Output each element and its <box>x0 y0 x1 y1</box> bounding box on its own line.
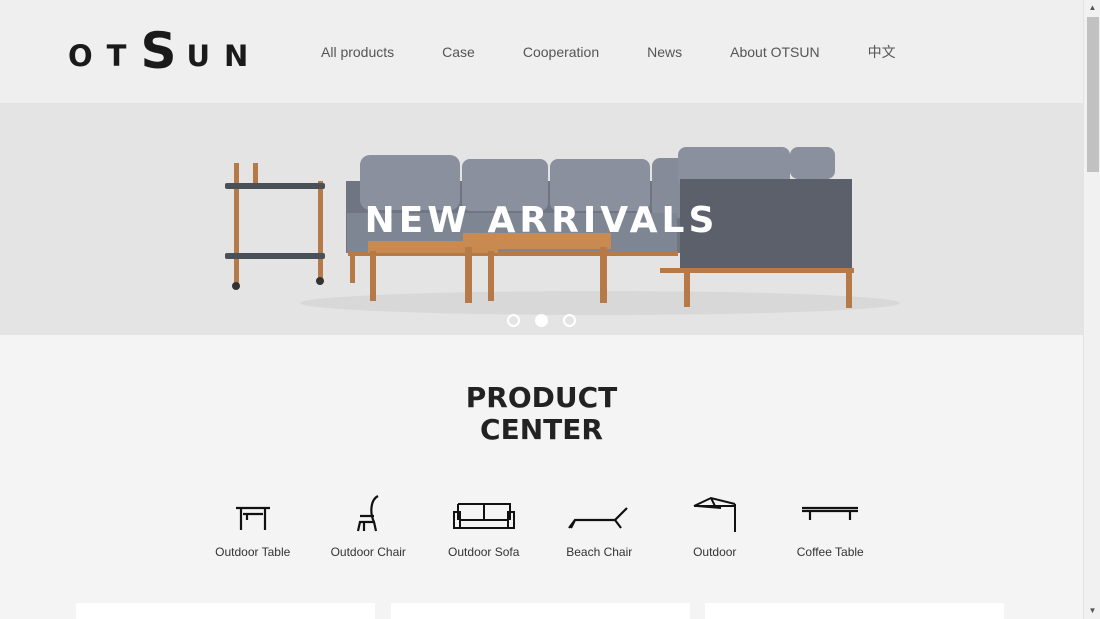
category-label: Coffee Table <box>796 545 864 559</box>
outdoor-chair-icon <box>357 495 379 532</box>
logo-letter: T <box>106 39 141 73</box>
nav-cooperation[interactable]: Cooperation <box>523 43 599 61</box>
category-label: Outdoor Chair <box>330 545 406 559</box>
nav-language-chinese[interactable]: 中文 <box>868 43 896 61</box>
outdoor-sofa-icon <box>452 503 515 529</box>
nav-all-products[interactable]: All products <box>321 43 394 61</box>
category-label: Outdoor Table <box>215 545 291 559</box>
carousel-dot-1[interactable] <box>507 314 520 327</box>
category-label: Outdoor <box>693 545 737 559</box>
title-line-2: CENTER <box>480 413 603 446</box>
category-coffee-table[interactable]: Coffee Table <box>773 494 889 559</box>
nav-news[interactable]: News <box>647 43 682 61</box>
outdoor-table-icon <box>235 506 270 530</box>
nav-case[interactable]: Case <box>442 43 475 61</box>
nav-about[interactable]: About OTSUN <box>730 43 819 61</box>
product-center-title: PRODUCT CENTER <box>0 382 1083 446</box>
category-beach-chair[interactable]: Beach Chair <box>542 494 658 559</box>
product-cards <box>76 603 1020 619</box>
logo-letter: U <box>186 39 225 73</box>
outdoor-umbrella-icon <box>693 496 736 532</box>
carousel-dot-2[interactable] <box>535 314 548 327</box>
product-card[interactable] <box>390 603 690 619</box>
logo-letter: S <box>140 22 187 80</box>
category-list: Outdoor Table Outdoor Chair Outdoor Sofa… <box>195 494 888 559</box>
carousel-dot-3[interactable] <box>563 314 576 327</box>
category-label: Outdoor Sofa <box>448 545 520 559</box>
product-card[interactable] <box>705 603 1004 619</box>
category-outdoor-chair[interactable]: Outdoor Chair <box>311 494 427 559</box>
scroll-down-arrow-icon[interactable]: ▼ <box>1084 603 1100 619</box>
coffee-table-icon <box>802 506 859 520</box>
logo-letter: N <box>224 39 263 73</box>
site-header: O T S U N All products Case Cooperation … <box>0 0 1083 103</box>
main-nav: All products Case Cooperation News About… <box>321 43 944 61</box>
otsun-logo[interactable]: O T S U N <box>68 26 262 76</box>
product-card[interactable] <box>76 603 375 619</box>
category-outdoor[interactable]: Outdoor <box>657 494 773 559</box>
hero-banner[interactable]: NEW ARRIVALS <box>0 103 1083 335</box>
banner-title: NEW ARRIVALS <box>364 200 719 241</box>
category-outdoor-table[interactable]: Outdoor Table <box>195 494 311 559</box>
scroll-up-arrow-icon[interactable]: ▲ <box>1084 0 1100 16</box>
title-line-1: PRODUCT <box>465 381 618 414</box>
scrollbar-thumb[interactable] <box>1087 17 1099 172</box>
category-outdoor-sofa[interactable]: Outdoor Sofa <box>426 494 542 559</box>
beach-chair-icon <box>568 507 629 529</box>
page-scrollbar[interactable]: ▲ ▼ <box>1083 0 1100 619</box>
carousel-dots <box>507 314 591 327</box>
category-label: Beach Chair <box>566 545 633 559</box>
logo-letter: O <box>68 39 107 73</box>
